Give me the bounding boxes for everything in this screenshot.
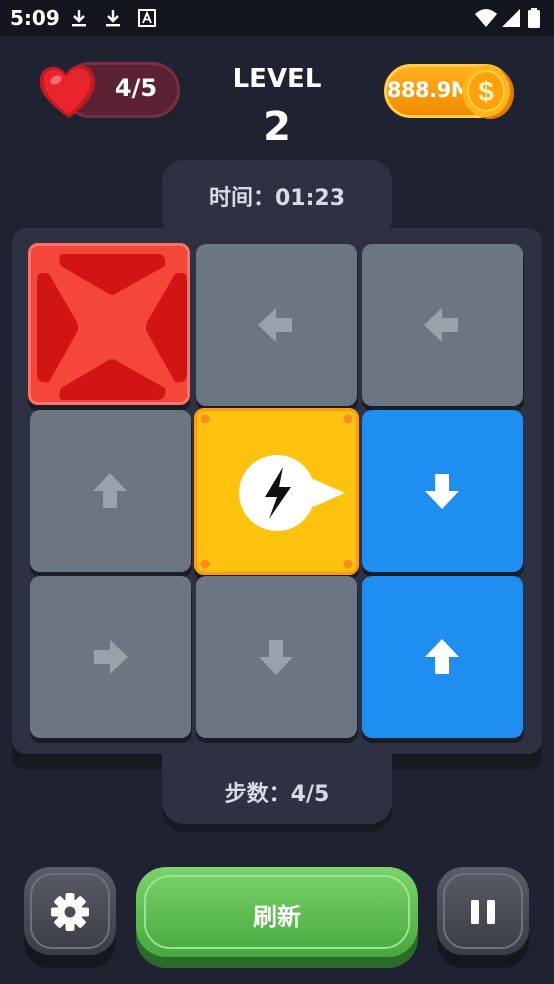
arrow-left-icon — [258, 308, 292, 342]
x-block-icon — [37, 254, 187, 400]
status-time: 5:09 — [10, 6, 60, 30]
tile-r2c3[interactable] — [362, 410, 523, 572]
settings-button[interactable] — [24, 867, 116, 955]
download-icon — [106, 10, 120, 27]
battery-icon — [528, 8, 540, 28]
tile-r3c3[interactable] — [362, 576, 523, 738]
arrow-down-icon — [425, 474, 459, 509]
game-screen: 5:09 4/5 LEVEL 2 888.9M $ 时间：01:23 步数：4/… — [0, 0, 554, 984]
level-label: LEVEL — [232, 64, 322, 94]
tile-r1c1[interactable] — [28, 243, 190, 405]
arrow-down-icon — [259, 640, 293, 675]
pause-icon — [471, 900, 495, 924]
download-icon — [72, 10, 86, 27]
hearts-count: 4/5 — [114, 74, 158, 102]
arrow-left-icon — [424, 308, 458, 342]
heart-icon — [39, 65, 95, 118]
tile-r3c1[interactable] — [30, 576, 191, 738]
lightning-icon — [200, 414, 353, 569]
arrow-up-icon — [425, 639, 459, 674]
steps-text: 步数：4/5 — [224, 782, 330, 807]
wifi-icon — [475, 9, 497, 27]
coin-icon: $ — [462, 65, 514, 119]
signal-icon — [502, 9, 520, 27]
status-bar: 5:09 — [0, 0, 554, 36]
gear-icon — [51, 893, 89, 931]
arrow-up-icon — [93, 473, 127, 508]
tile-r3c2[interactable] — [196, 576, 357, 738]
timer-text: 时间：01:23 — [208, 186, 346, 211]
tile-r2c2[interactable] — [194, 408, 359, 575]
refresh-button[interactable]: 刷新 — [136, 867, 418, 957]
font-a-icon — [138, 9, 156, 27]
tile-r1c2[interactable] — [196, 244, 357, 406]
svg-text:$: $ — [478, 76, 494, 107]
pause-button[interactable] — [437, 867, 529, 955]
refresh-label: 刷新 — [253, 903, 301, 931]
level-value: 2 — [263, 104, 291, 150]
tile-r1c3[interactable] — [362, 244, 523, 406]
arrow-right-icon — [94, 640, 128, 674]
tile-r2c1[interactable] — [30, 410, 191, 572]
